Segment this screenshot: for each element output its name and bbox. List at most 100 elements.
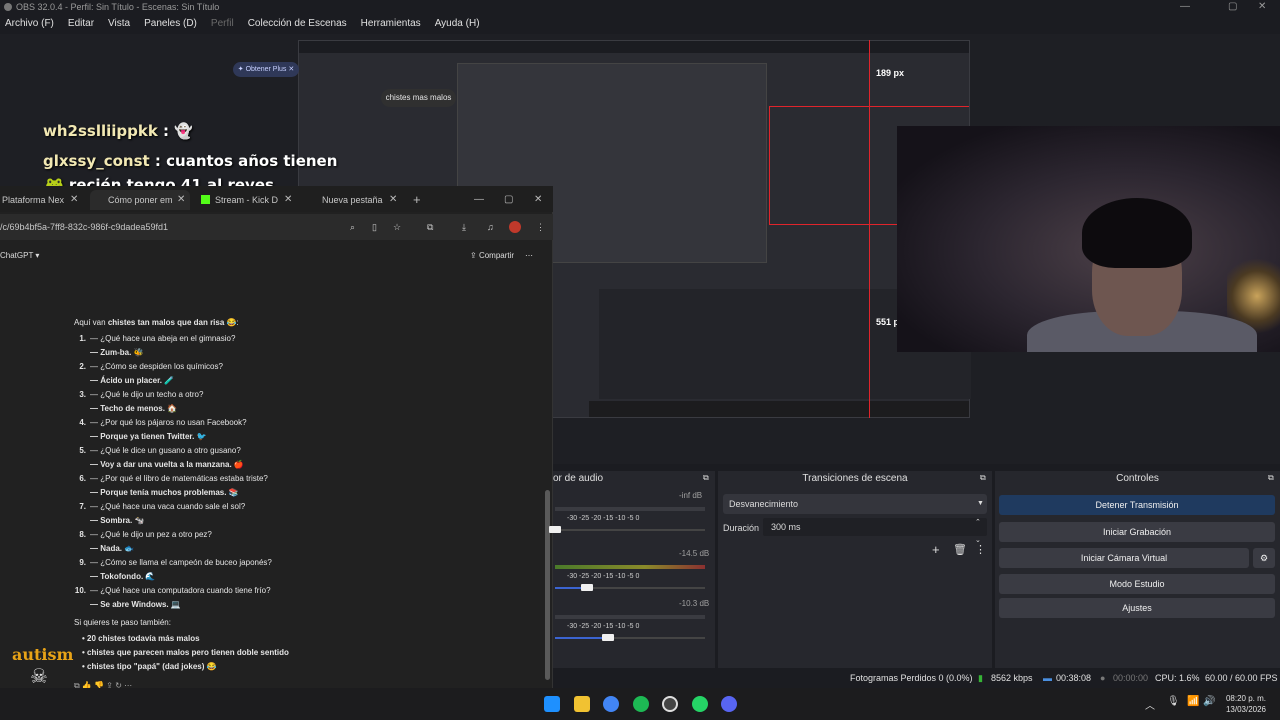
spotify-icon[interactable]	[633, 696, 649, 712]
close-button[interactable]: ✕	[1258, 0, 1266, 14]
menu-paneles[interactable]: Paneles (D)	[144, 18, 197, 29]
duration-label: Duración	[723, 523, 760, 533]
undock-icon[interactable]: ⧉	[703, 473, 709, 483]
start-recording-button[interactable]: Iniciar Grabación	[999, 522, 1275, 542]
share-button[interactable]: ⇪ Compartir	[470, 244, 514, 268]
level-meter	[555, 615, 705, 619]
joke-number: 5.	[79, 446, 86, 455]
meter-ticks: -30 -25 -20 -15 -10 -5 0	[567, 573, 640, 580]
channel-db: -10.3 dB	[679, 599, 710, 608]
tab-nueva[interactable]: Nueva pestaña	[306, 190, 386, 210]
undock-icon[interactable]: ⧉	[1268, 473, 1274, 483]
tab-como-poner[interactable]: Cómo poner em	[90, 190, 190, 210]
transform-guide-horizontal	[769, 106, 969, 107]
transform-box-left	[769, 106, 770, 224]
duration-spinbox[interactable]: 300 ms ⌃ ⌄	[763, 518, 987, 544]
joke-number: 10.	[74, 586, 86, 595]
media-icon[interactable]: ♫	[487, 214, 494, 240]
close-tab-icon[interactable]: ✕	[389, 190, 397, 210]
close-tab-icon[interactable]: ✕	[70, 190, 78, 210]
folder-icon[interactable]	[574, 696, 590, 712]
minimize-icon[interactable]: —	[474, 190, 484, 210]
page-icon[interactable]: ▯	[372, 214, 377, 240]
chrome-icon[interactable]	[603, 696, 619, 712]
avatar[interactable]	[509, 221, 521, 233]
more-menu-icon[interactable]: ⋮	[536, 214, 545, 240]
extensions-icon[interactable]: ⧉	[427, 214, 433, 240]
level-meter	[555, 565, 705, 569]
volume-slider-handle[interactable]	[580, 584, 593, 591]
joke-answer: — Porque ya tienen Twitter. 🐦	[90, 432, 207, 441]
bullet-text: 20 chistes todavía más malos	[87, 634, 200, 643]
maximize-button[interactable]: ▢	[1228, 0, 1237, 14]
trash-icon[interactable]: 🗑	[953, 543, 967, 556]
tab-plataforma[interactable]: Plataforma Nex	[2, 190, 64, 210]
undock-icon[interactable]: ⧉	[980, 473, 986, 483]
menu-vista[interactable]: Vista	[108, 18, 130, 29]
volume-slider-handle[interactable]	[601, 634, 614, 641]
joke-number: 4.	[79, 418, 86, 427]
model-selector[interactable]: ChatGPT	[0, 251, 33, 260]
transform-box-bottom	[769, 224, 897, 225]
bullet-text: chistes tipo "papá" (dad jokes) 😂	[87, 662, 217, 671]
search-icon[interactable]: ⌕	[350, 214, 355, 240]
joke-question: — ¿Qué hace una abeja en el gimnasio?	[90, 334, 236, 343]
close-tab-icon[interactable]: ✕	[177, 190, 185, 210]
chevron-up-icon[interactable]: ︿	[1145, 697, 1155, 712]
wifi-icon[interactable]: 📶	[1187, 696, 1199, 707]
more-icon[interactable]: ⋮	[975, 543, 986, 556]
discord-icon[interactable]	[721, 696, 737, 712]
whatsapp-icon[interactable]	[692, 696, 708, 712]
webcam-source[interactable]	[897, 126, 1280, 352]
obs-icon[interactable]	[662, 696, 678, 712]
menu-ayuda[interactable]: Ayuda (H)	[435, 18, 480, 29]
studio-mode-button[interactable]: Modo Estudio	[999, 574, 1275, 594]
joke-answer: — Porque tenía muchos problemas. 📚	[90, 488, 239, 497]
status-bar: Fotogramas Perdidos 0 (0.0%) ▮ 8562 kbps…	[553, 668, 1280, 688]
channel-db: -14.5 dB	[679, 549, 710, 558]
transition-select[interactable]: Desvanecimiento ▼	[723, 494, 987, 514]
clock[interactable]: 08:20 p. m. 13/03/2026	[1226, 693, 1266, 715]
share-label: Compartir	[478, 251, 515, 260]
maximize-icon[interactable]: ▢	[504, 190, 513, 210]
address-bar[interactable]: /c/69b4bf5a-7ff8-832c-986f-c9dadea59fd1 …	[0, 214, 553, 240]
star-icon[interactable]: ☆	[393, 214, 401, 240]
settings-button[interactable]: Ajustes	[999, 598, 1275, 618]
person-hair	[1082, 198, 1192, 268]
menu-perfil[interactable]: Perfil	[211, 18, 234, 29]
download-icon[interactable]: ⤓	[462, 214, 466, 240]
close-tab-icon[interactable]: ✕	[284, 190, 292, 210]
new-tab-icon[interactable]: +	[413, 190, 421, 210]
virtual-camera-button[interactable]: Iniciar Cámara Virtual	[999, 548, 1249, 568]
measure-label-top: 189 px	[876, 68, 905, 78]
volume-icon[interactable]: 🔊	[1203, 696, 1215, 707]
scrollbar[interactable]	[545, 490, 550, 680]
intro-text: Aquí van chistes tan malos que dan risa …	[74, 318, 239, 327]
controls-dock: Controles ⧉ Detener Transmisión Iniciar …	[995, 471, 1280, 668]
joke-question: — ¿Cómo se llama el campeón de buceo jap…	[90, 558, 272, 567]
signal-icon: ▮	[978, 673, 983, 683]
windows-icon[interactable]	[544, 696, 560, 712]
add-transition-icon[interactable]: +	[932, 542, 940, 557]
dropped-frames: Fotogramas Perdidos 0 (0.0%)	[850, 673, 973, 683]
volume-track[interactable]	[555, 529, 705, 531]
stop-stream-button[interactable]: Detener Transmisión	[999, 495, 1275, 515]
joke-answer: — Se abre Windows. 💻	[90, 600, 181, 609]
menu-herramientas[interactable]: Herramientas	[361, 18, 421, 29]
intro-bold: chistes tan malos que dan risa	[107, 318, 225, 327]
volume-fill	[555, 637, 608, 639]
menu-coleccion[interactable]: Colección de Escenas	[248, 18, 347, 29]
close-window-icon[interactable]: ✕	[534, 190, 542, 210]
minimize-button[interactable]: —	[1180, 0, 1190, 14]
chatgpt-header: ChatGPT ▾ ⇪ Compartir ⋯	[0, 244, 553, 268]
chat-username: glxssy_const	[43, 152, 150, 170]
mic-icon[interactable]: 🎙	[1167, 696, 1180, 707]
volume-slider-handle[interactable]	[549, 526, 561, 533]
get-plus-button[interactable]: ✦ Obtener Plus ✕	[233, 62, 299, 77]
menu-editar[interactable]: Editar	[68, 18, 94, 29]
chevron-down-icon: ▼	[977, 500, 984, 507]
menu-archivo[interactable]: Archivo (F)	[5, 18, 54, 29]
gear-icon[interactable]: ⚙	[1253, 548, 1275, 568]
more-icon[interactable]: ⋯	[525, 244, 533, 268]
tab-kick[interactable]: Stream - Kick De	[200, 190, 278, 210]
